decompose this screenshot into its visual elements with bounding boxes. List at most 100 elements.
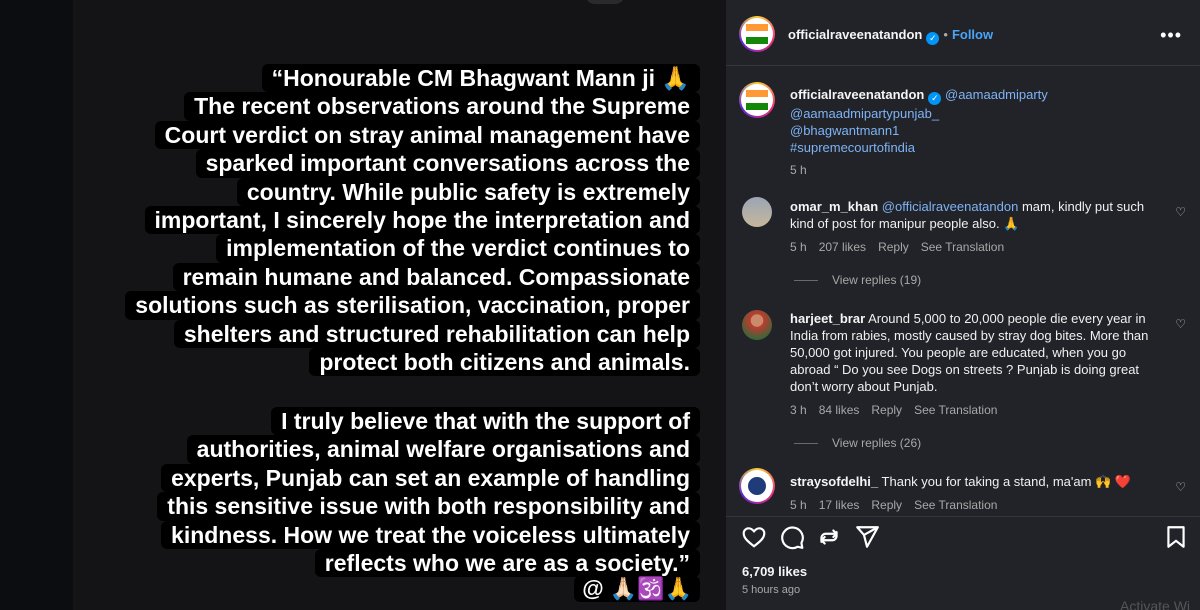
comment-username[interactable]: harjeet_brar	[790, 311, 865, 326]
more-options-icon[interactable]: •••	[1160, 25, 1182, 46]
comment-likes[interactable]: 84 likes	[819, 403, 860, 417]
image-text-line-wrap: this sensitive issue with both responsib…	[95, 492, 700, 521]
mention-bhagwantmann[interactable]: @bhagwantmann1	[790, 123, 899, 138]
see-translation-button[interactable]: See Translation	[921, 240, 1004, 254]
image-text-line-wrap: protect both citizens and animals.	[95, 348, 700, 377]
save-bookmark-icon[interactable]	[1163, 524, 1189, 550]
caption-time: 5 h	[790, 163, 807, 177]
comment-text: Thank you for taking a stand, ma'am 🙌 ❤️	[881, 474, 1132, 489]
image-text-line-wrap: reflects who we are as a society.”	[95, 549, 700, 578]
caption: officialraveenatandon ✓ @aamaadmiparty @a…	[790, 86, 1180, 179]
actions-divider	[726, 516, 1200, 517]
view-replies-button[interactable]: View replies (19)	[794, 273, 921, 287]
comment-text: abroad “ Do you see Dogs on streets ? Pu…	[790, 362, 1140, 377]
post-time-ago: 5 hours ago	[742, 584, 801, 596]
comment-username[interactable]: straysofdelhi_	[790, 474, 878, 489]
image-text-line: implementation of the verdict continues …	[216, 234, 700, 263]
image-emoji-row: @ 🙏🏻🕉️🙏	[574, 576, 700, 602]
image-text-line-wrap: authorities, animal welfare organisation…	[95, 435, 700, 464]
commenter-avatar[interactable]	[739, 468, 775, 504]
image-text-line: protect both citizens and animals.	[309, 348, 700, 377]
image-text-line-wrap: country. While public safety is extremel…	[95, 177, 700, 207]
image-text-line-wrap: The recent observations around the Supre…	[95, 92, 700, 121]
image-text-line: authorities, animal welfare organisation…	[186, 435, 700, 464]
image-text-line-wrap: sparked important conversations across t…	[95, 149, 700, 178]
image-text-line-wrap: “Honourable CM Bhagwant Mann ji 🙏	[95, 64, 700, 93]
image-text-line: I truly believe that with the support of	[271, 407, 700, 436]
comment-2: harjeet_brar Around 5,000 to 20,000 peop…	[790, 310, 1170, 419]
reply-button[interactable]: Reply	[878, 240, 909, 254]
image-text-line-wrap: solutions such as sterilisation, vaccina…	[95, 291, 700, 320]
comment-bubble-icon[interactable]	[779, 524, 805, 550]
comment-time: 5 h	[790, 498, 807, 512]
header-username[interactable]: officialraveenatandon	[788, 27, 922, 42]
header-dot: •	[943, 27, 948, 42]
threads-icon: @	[582, 576, 604, 601]
see-translation-button[interactable]: See Translation	[914, 498, 997, 512]
like-comment-icon[interactable]: ♡	[1175, 205, 1186, 219]
image-text-line-wrap: shelters and structured rehabilitation c…	[95, 319, 700, 349]
image-text-line: important, I sincerely hope the interpre…	[144, 206, 700, 235]
mention-aamaadmipartypunjab[interactable]: @aamaadmipartypunjab_	[790, 106, 939, 121]
image-text-line: The recent observations around the Supre…	[184, 92, 700, 121]
view-replies-label: View replies (26)	[832, 436, 922, 450]
logo-icon	[748, 477, 766, 495]
comment-text: mam, kindly put such	[1021, 199, 1145, 214]
reply-button[interactable]: Reply	[871, 403, 902, 417]
image-text-line: country. While public safety is extremel…	[236, 177, 700, 207]
image-text-line-wrap: important, I sincerely hope the interpre…	[95, 206, 700, 235]
emoji-text: 🙏🏻🕉️🙏	[609, 576, 692, 601]
comment-text: India from rabies, mostly caused by stra…	[790, 328, 1149, 343]
view-replies-button[interactable]: View replies (26)	[794, 436, 921, 450]
caption-author-avatar[interactable]	[739, 82, 775, 118]
repost-icon[interactable]	[816, 524, 842, 550]
mention-aamaadmiparty[interactable]: @aamaadmiparty	[945, 87, 1048, 102]
image-text-line: experts, Punjab can set an example of ha…	[161, 463, 700, 493]
comment-username[interactable]: omar_m_khan	[790, 199, 878, 214]
follow-button[interactable]: Follow	[952, 27, 993, 42]
image-text-line: Court verdict on stray animal management…	[154, 120, 700, 150]
os-watermark: Activate Wi	[1120, 598, 1191, 610]
see-translation-button[interactable]: See Translation	[914, 403, 997, 417]
like-heart-icon[interactable]	[741, 524, 767, 550]
image-text-block-2: I truly believe that with the support of…	[95, 407, 700, 578]
image-text-line: “Honourable CM Bhagwant Mann ji 🙏	[261, 64, 700, 93]
image-text-line: remain humane and balanced. Compassionat…	[172, 262, 700, 292]
hashtag-supremecourt[interactable]: #supremecourtofindia	[790, 140, 915, 155]
image-text-line: shelters and structured rehabilitation c…	[173, 319, 700, 349]
image-text-line: sparked important conversations across t…	[195, 149, 700, 178]
reply-button[interactable]: Reply	[871, 498, 902, 512]
view-replies-label: View replies (19)	[832, 273, 922, 287]
post-image[interactable]: “Honourable CM Bhagwant Mann ji 🙏 The rec…	[73, 0, 726, 610]
image-text-line: kindness. How we treat the voiceless ult…	[161, 520, 700, 550]
comments-panel: officialraveenatandon ✓ • Follow ••• offici…	[726, 0, 1200, 610]
image-text-block-1: “Honourable CM Bhagwant Mann ji 🙏 The rec…	[95, 64, 700, 377]
caption-username[interactable]: officialraveenatandon	[790, 87, 924, 102]
verified-badge-icon: ✓	[928, 92, 942, 105]
image-text-line-wrap: I truly believe that with the support of	[95, 407, 700, 436]
post-likes-count[interactable]: 6,709 likes	[742, 564, 807, 579]
image-text-line: solutions such as sterilisation, vaccina…	[125, 291, 700, 320]
image-text-line-wrap: remain humane and balanced. Compassionat…	[95, 262, 700, 292]
like-comment-icon[interactable]: ♡	[1175, 480, 1186, 494]
comment-time: 5 h	[790, 240, 807, 254]
image-text-line: this sensitive issue with both responsib…	[157, 492, 700, 521]
left-gutter	[0, 0, 73, 610]
comment-text: Around 5,000 to 20,000 people die every …	[868, 311, 1146, 326]
comment-text: 50,000 got injured. You people are educa…	[790, 345, 1127, 360]
comment-text: kind of post for manipur people also. 🙏	[790, 216, 1020, 231]
comment-likes[interactable]: 207 likes	[819, 240, 866, 254]
share-send-icon[interactable]	[854, 524, 880, 550]
media-top-indicator	[585, 0, 625, 4]
image-text-line-wrap: experts, Punjab can set an example of ha…	[95, 463, 700, 493]
like-comment-icon[interactable]: ♡	[1175, 317, 1186, 331]
post-header: officialraveenatandon ✓ • Follow •••	[726, 0, 1200, 66]
commenter-avatar[interactable]	[742, 310, 772, 340]
verified-badge-icon: ✓	[926, 32, 940, 45]
comment-likes[interactable]: 17 likes	[819, 498, 860, 512]
comment-1: omar_m_khan @officialraveenatandon mam, …	[790, 198, 1160, 256]
author-avatar[interactable]	[739, 16, 775, 52]
comment-mention[interactable]: @officialraveenatandon	[882, 199, 1019, 214]
comment-text: don’t worry about Punjab.	[790, 379, 938, 394]
commenter-avatar[interactable]	[742, 197, 772, 227]
